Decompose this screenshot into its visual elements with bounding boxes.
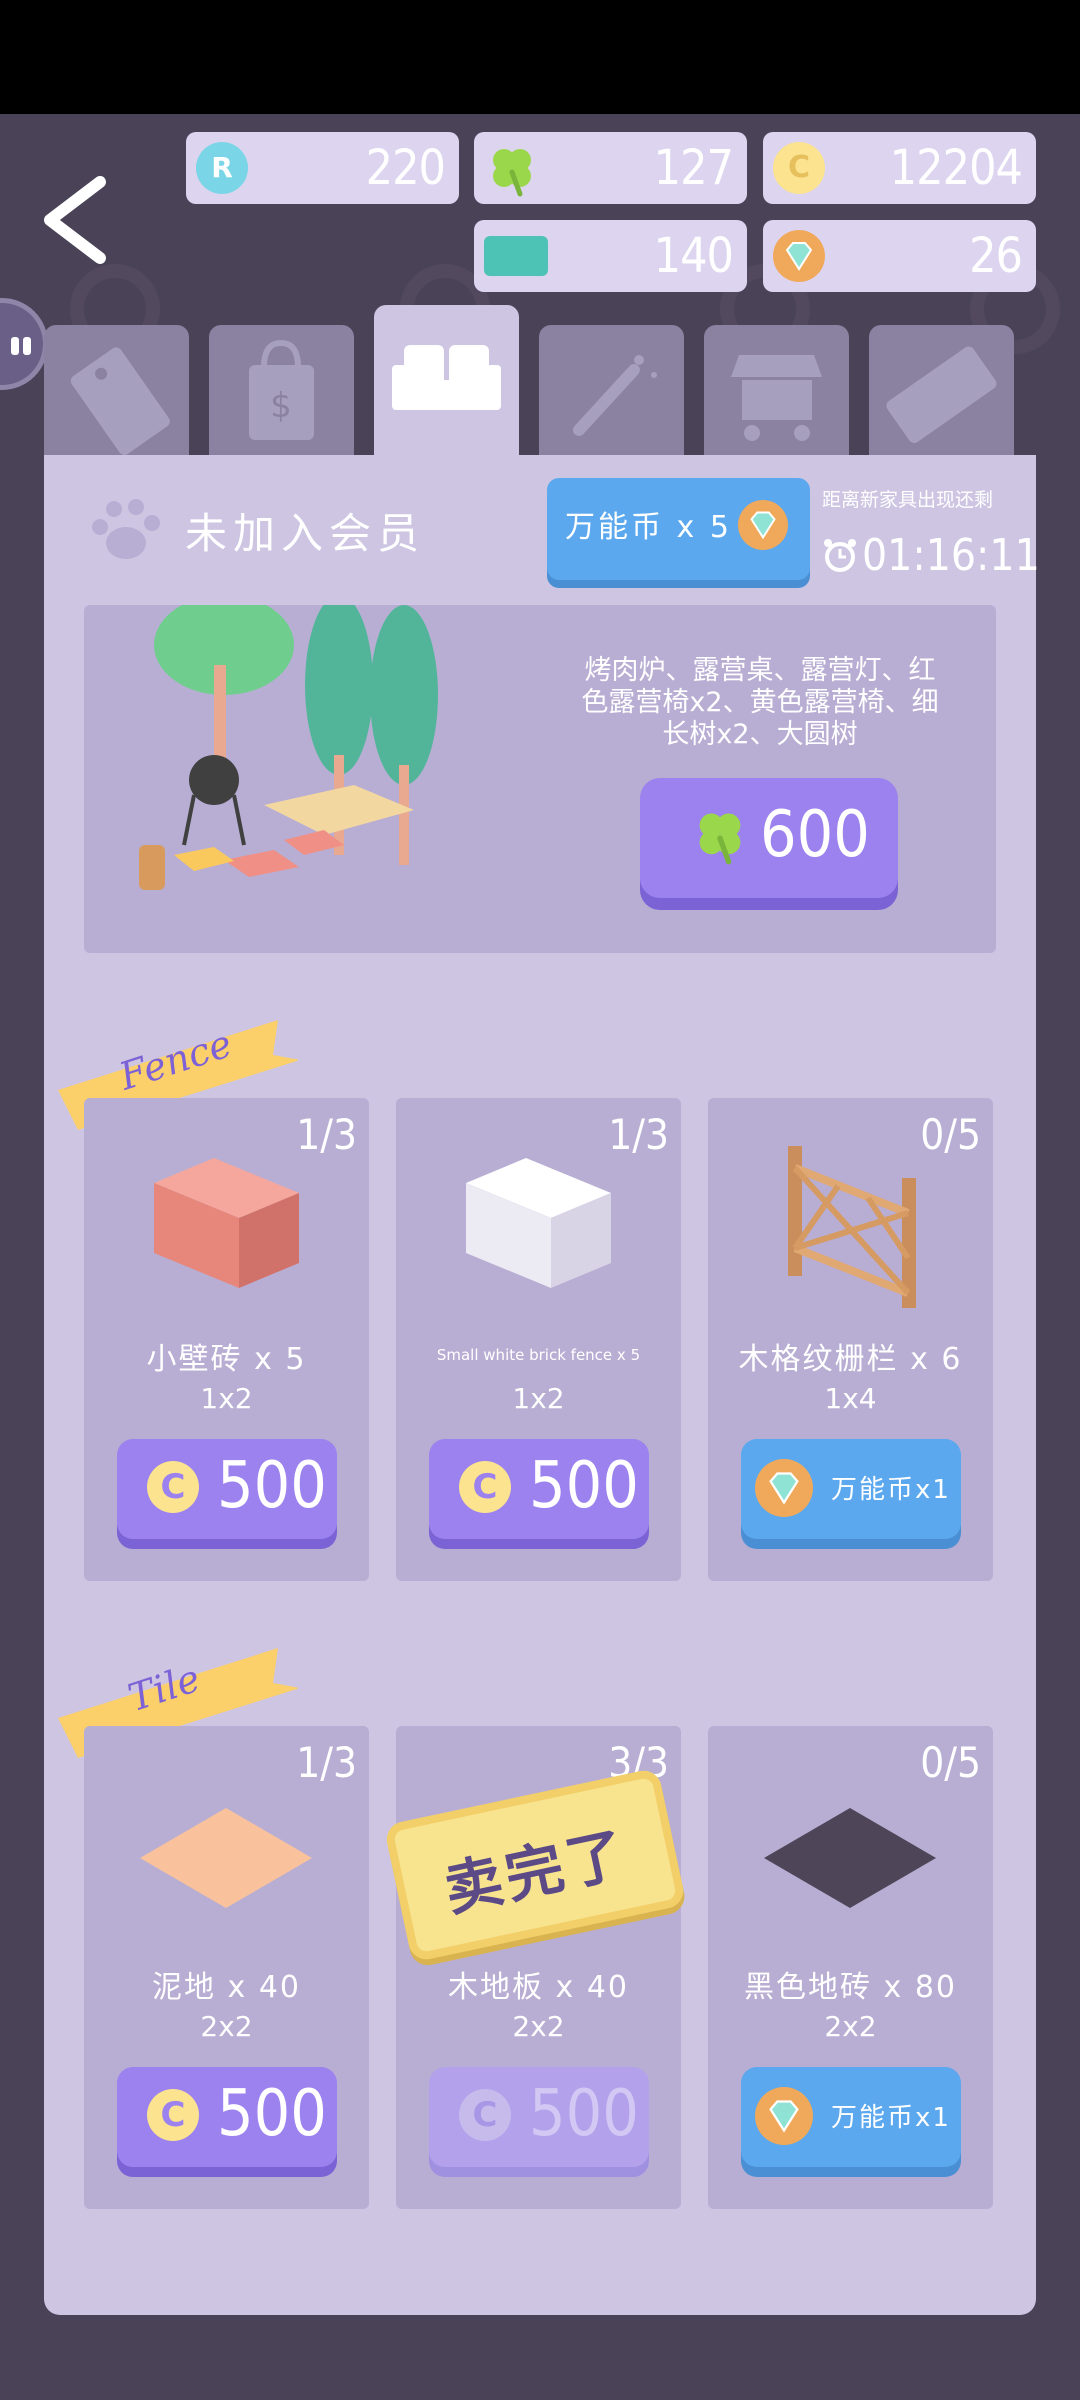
coin-icon: C (147, 2089, 199, 2141)
coin-value: 12204 (889, 140, 1023, 196)
alarm-clock-icon (822, 537, 858, 573)
coin-icon: C (773, 142, 825, 194)
bundle-description: 烤肉炉、露营桌、露营灯、红色露营椅x2、黄色露营椅、细长树x2、大圆树 (581, 655, 939, 750)
tab-coupon[interactable] (869, 325, 1014, 455)
clover-icon (690, 806, 750, 866)
buy-with-coins-button[interactable]: C 500 (117, 2067, 337, 2167)
magic-wand-icon (573, 355, 657, 436)
product-card: 1/3 小壁砖 x 5 1x2 C 500 (84, 1098, 369, 1581)
product-name: 黑色地砖 x 80 (744, 1970, 957, 2005)
price-value: 万能币x1 (831, 1475, 951, 1505)
price-value: 万能币x1 (831, 2103, 951, 2133)
gem-icon (755, 1459, 813, 1517)
product-name: 木格纹栅栏 x 6 (738, 1342, 963, 1377)
countdown-timer: 01:16:11 (862, 530, 1040, 581)
product-size: 2x2 (824, 2010, 877, 2043)
product-size: 1x2 (200, 1382, 253, 1415)
status-bar (0, 0, 1080, 114)
camping-set-illustration (139, 595, 438, 890)
product-size: 2x2 (512, 2010, 565, 2043)
bundle-price: 600 (760, 798, 870, 872)
clover-icon (484, 142, 536, 197)
product-size: 2x2 (200, 2010, 253, 2043)
coin-counter: C 12204 (763, 132, 1036, 204)
coin-icon: C (147, 1461, 199, 1513)
gem-icon (755, 2087, 813, 2145)
voucher-icon (484, 236, 548, 276)
tab-magic[interactable] (539, 325, 684, 455)
buy-with-wildcard-button[interactable]: 万能币x1 (741, 2067, 961, 2167)
price-value: 500 (217, 1449, 327, 1523)
black-tile-icon (764, 1808, 936, 1908)
red-brick-icon (154, 1158, 299, 1288)
tab-market[interactable] (704, 325, 849, 455)
white-brick-icon (466, 1158, 611, 1288)
r-points-value: 220 (365, 140, 446, 196)
sofa-icon (392, 345, 501, 410)
buy-with-coins-button: C 500 (429, 2067, 649, 2167)
dirt-tile-icon (140, 1808, 312, 1908)
buy-with-coins-button[interactable]: C 500 (117, 1439, 337, 1539)
svg-text:$: $ (270, 386, 292, 426)
price-tag-icon (70, 347, 170, 455)
back-button[interactable] (40, 170, 120, 270)
product-card: 1/3 Small white brick fence x 5 1x2 C 50… (396, 1098, 681, 1581)
shopping-bag-icon: $ (249, 339, 314, 440)
timer-label: 距离新家具出现还剩 (822, 489, 994, 511)
wooden-lattice-fence-icon (788, 1146, 916, 1308)
product-size: 1x2 (512, 1382, 565, 1415)
price-value: 500 (529, 1449, 639, 1523)
wildcard-coin-button[interactable]: 万能币 x 5 (547, 478, 810, 580)
tab-shop[interactable]: $ (209, 325, 354, 455)
clover-value: 127 (653, 140, 734, 196)
product-card: 0/5 黑色地砖 x 80 2x2 万能币x1 (708, 1726, 993, 2209)
product-size: 1x4 (824, 1382, 877, 1415)
market-stall-icon (731, 355, 822, 441)
gem-icon (773, 230, 825, 282)
product-name: 木地板 x 40 (448, 1970, 629, 2005)
voucher-counter: 140 (474, 220, 747, 292)
tab-today[interactable] (44, 325, 189, 455)
coin-icon: C (459, 1461, 511, 1513)
tab-furniture[interactable] (374, 305, 519, 457)
product-card: 0/5 木格纹栅栏 x 6 1x4 万能币x1 (708, 1098, 993, 1581)
tile-section-ribbon: Tile (58, 1648, 298, 1758)
bundle-buy-button[interactable]: 600 (640, 778, 898, 898)
fence-section-ribbon: Fence (58, 1020, 298, 1130)
r-points-icon: R (196, 142, 248, 194)
product-card: 1/3 泥地 x 40 2x2 C 500 (84, 1726, 369, 2209)
buy-with-wildcard-button[interactable]: 万能币x1 (741, 1439, 961, 1539)
gem-icon (738, 500, 788, 550)
price-value: 500 (529, 2077, 639, 2151)
buy-with-coins-button[interactable]: C 500 (429, 1439, 649, 1539)
clover-counter: 127 (474, 132, 747, 204)
member-status: 未加入会员 (185, 509, 426, 558)
r-points-counter: R 220 (186, 132, 459, 204)
paw-icon (84, 495, 164, 565)
product-name: Small white brick fence x 5 (436, 1346, 641, 1364)
coin-icon: C (459, 2089, 511, 2141)
voucher-value: 140 (653, 228, 734, 284)
gem-value: 26 (969, 228, 1023, 284)
product-name: 泥地 x 40 (152, 1970, 301, 2005)
coupon-icon (886, 346, 997, 443)
price-value: 500 (217, 2077, 327, 2151)
chevron-left-icon (44, 176, 106, 264)
wildcard-coin-label: 万能币 x 5 (565, 510, 732, 545)
gem-counter: 26 (763, 220, 1036, 292)
product-name: 小壁砖 x 5 (146, 1342, 307, 1377)
